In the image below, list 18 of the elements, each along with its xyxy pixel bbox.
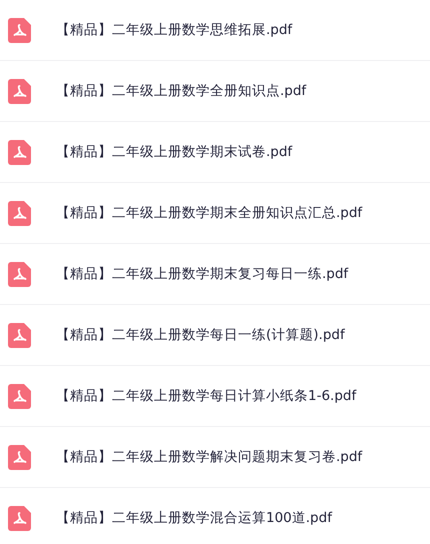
file-name[interactable]: 【精品】二年级上册数学每日计算小纸条1-6.pdf bbox=[56, 387, 356, 405]
file-name[interactable]: 【精品】二年级上册数学期末全册知识点汇总.pdf bbox=[56, 204, 362, 222]
pdf-file-icon bbox=[8, 18, 31, 42]
file-name[interactable]: 【精品】二年级上册数学全册知识点.pdf bbox=[56, 82, 306, 100]
pdf-file-icon bbox=[8, 384, 31, 408]
file-name[interactable]: 【精品】二年级上册数学解决问题期末复习卷.pdf bbox=[56, 448, 362, 466]
pdf-file-icon bbox=[8, 506, 31, 530]
pdf-file-icon bbox=[8, 140, 31, 164]
file-name[interactable]: 【精品】二年级上册数学思维拓展.pdf bbox=[56, 21, 292, 39]
file-name[interactable]: 【精品】二年级上册数学混合运算100道.pdf bbox=[56, 509, 332, 527]
pdf-file-icon bbox=[8, 262, 31, 286]
pdf-file-icon bbox=[8, 322, 31, 348]
pdf-file-icon bbox=[8, 78, 31, 104]
pdf-file-icon bbox=[8, 444, 31, 470]
file-name[interactable]: 【精品】二年级上册数学期末试卷.pdf bbox=[56, 143, 292, 161]
file-name[interactable]: 【精品】二年级上册数学每日一练(计算题).pdf bbox=[56, 326, 345, 344]
pdf-file-icon bbox=[8, 200, 31, 226]
file-name[interactable]: 【精品】二年级上册数学期末复习每日一练.pdf bbox=[56, 265, 348, 283]
